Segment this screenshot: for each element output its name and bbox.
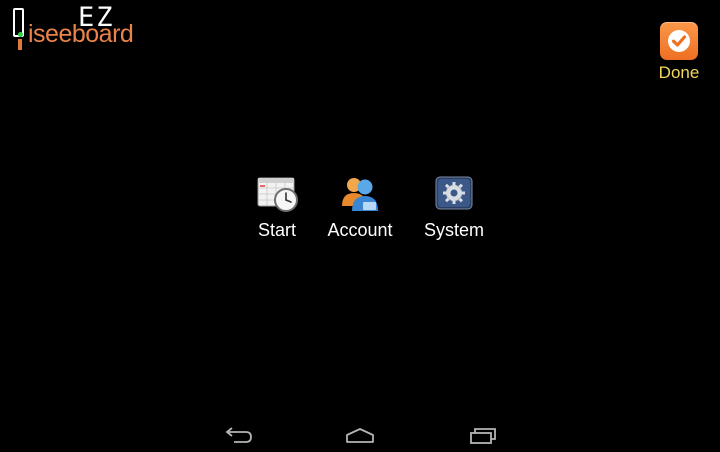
done-button[interactable]: Done [650,22,708,83]
system-menu-item[interactable]: System [421,174,487,241]
checkmark-icon [660,22,698,60]
start-label: Start [257,220,296,240]
logo-brand-text: iseeboard [28,20,134,48]
recent-apps-icon[interactable] [466,424,502,446]
phone-led-icon [18,32,23,37]
calendar-clock-icon [256,174,298,214]
home-icon[interactable] [342,424,378,446]
settings-gear-icon [433,174,475,214]
system-label: System [423,220,484,240]
account-menu-item[interactable]: Account [324,174,396,241]
done-label: Done [658,63,700,82]
app-logo: EZ iseeboard [10,2,150,50]
back-icon[interactable] [220,424,256,446]
account-label: Account [327,220,393,240]
start-menu-item[interactable]: Start [252,174,302,241]
logo-stem [18,39,22,50]
users-icon [339,174,381,214]
